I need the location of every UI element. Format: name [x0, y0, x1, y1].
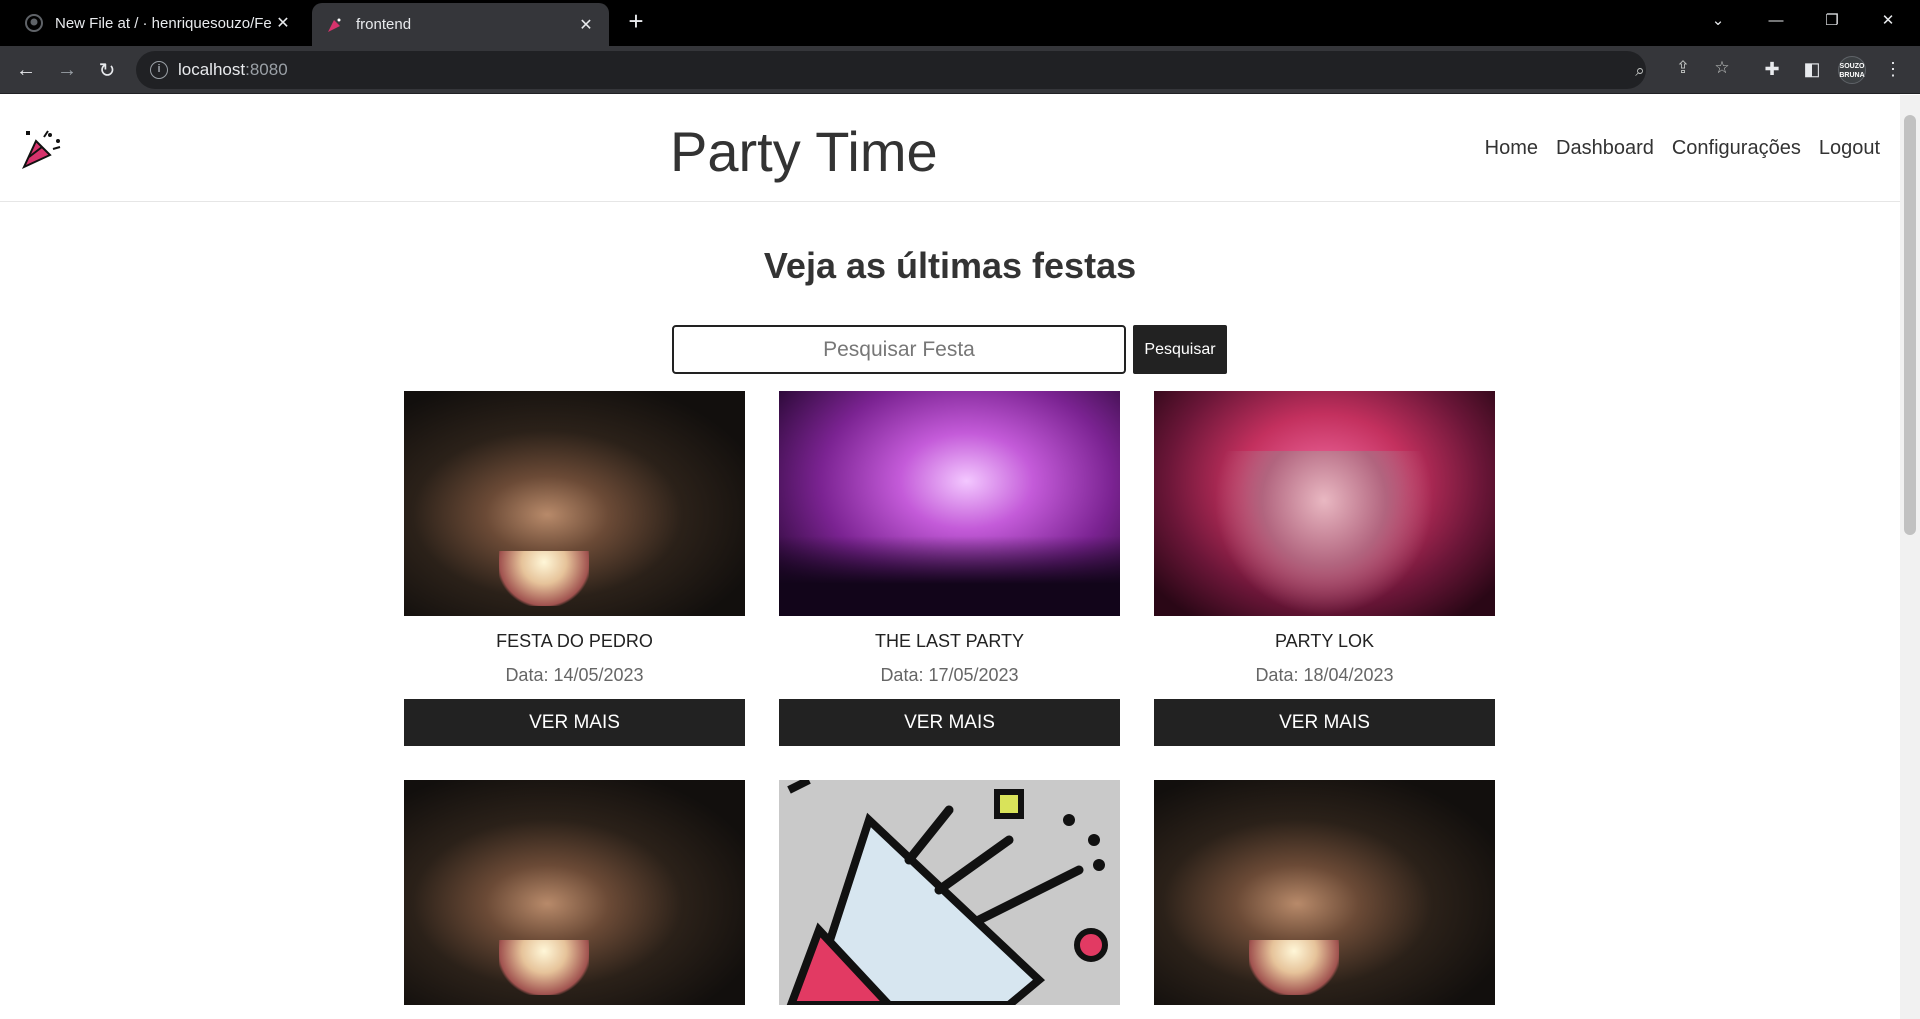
extensions-icon[interactable]: ✚	[1759, 56, 1785, 82]
scrollbar-thumb[interactable]	[1904, 115, 1916, 535]
search-button[interactable]: Pesquisar	[1133, 325, 1227, 374]
party-grid: FESTA DO PEDRO Data: 14/05/2023 VER MAIS…	[404, 391, 1495, 1005]
nav-configuracoes[interactable]: Configurações	[1672, 137, 1801, 160]
new-tab-button[interactable]: +	[622, 7, 650, 35]
party-card	[1154, 780, 1495, 1005]
restore-icon[interactable]: ❐	[1804, 0, 1860, 40]
tab-title: frontend	[356, 16, 412, 33]
search-bar: Pesquisar	[672, 325, 1227, 374]
browser-tab-active[interactable]: frontend ✕	[312, 3, 609, 46]
party-name: THE LAST PARTY	[874, 631, 1025, 651]
back-icon[interactable]: ←	[12, 56, 40, 84]
party-card: PARTY LOK Data: 18/04/2023 VER MAIS	[1154, 391, 1495, 746]
party-name: PARTY LOK	[1274, 631, 1375, 651]
browser-tab[interactable]: New File at / · henriquesouzo/Fe ✕	[11, 3, 306, 43]
see-more-button[interactable]: VER MAIS	[404, 699, 745, 746]
github-icon	[25, 14, 43, 32]
party-image[interactable]	[1154, 391, 1495, 616]
address-bar[interactable]: i localhost:8080 ⌕	[136, 51, 1646, 89]
profile-avatar[interactable]: SOUZO BRUNA	[1838, 56, 1866, 84]
site-navbar: Party Time Home Dashboard Configurações …	[0, 95, 1900, 202]
zoom-icon[interactable]: ⌕	[1629, 60, 1651, 82]
see-more-button[interactable]: VER MAIS	[1154, 699, 1495, 746]
party-card: FESTA DO PEDRO Data: 14/05/2023 VER MAIS	[404, 391, 745, 746]
party-card	[779, 780, 1120, 1005]
party-date: Data: 18/04/2023	[1255, 665, 1394, 685]
close-icon[interactable]: ✕	[577, 15, 595, 35]
nav-logout[interactable]: Logout	[1819, 137, 1880, 160]
close-window-icon[interactable]: ✕	[1860, 0, 1916, 40]
party-image[interactable]	[404, 780, 745, 1005]
nav-home[interactable]: Home	[1485, 137, 1538, 160]
menu-kebab-icon[interactable]: ⋮	[1880, 56, 1906, 82]
party-popper-icon	[326, 16, 344, 34]
party-popper-image[interactable]	[779, 780, 1120, 1005]
party-card: THE LAST PARTY Data: 17/05/2023 VER MAIS	[779, 391, 1120, 746]
bookmark-star-icon[interactable]: ☆	[1711, 57, 1733, 79]
share-icon[interactable]: ⇪	[1672, 57, 1694, 79]
party-image[interactable]	[779, 391, 1120, 616]
nav-dashboard[interactable]: Dashboard	[1556, 137, 1654, 160]
browser-tab-bar: New File at / · henriquesouzo/Fe ✕ front…	[0, 0, 1920, 46]
close-icon[interactable]: ✕	[274, 13, 292, 33]
party-date: Data: 17/05/2023	[880, 665, 1019, 685]
browser-toolbar: ← → ↻ i localhost:8080 ⌕	[0, 46, 1920, 94]
reload-icon[interactable]: ↻	[93, 56, 121, 84]
party-image[interactable]	[1154, 780, 1495, 1005]
tab-title: New File at / · henriquesouzo/Fe	[55, 14, 272, 32]
minimize-icon[interactable]: —	[1748, 0, 1804, 40]
site-title: Party Time	[670, 120, 938, 183]
party-card	[404, 780, 745, 1005]
forward-icon[interactable]: →	[53, 56, 81, 84]
side-panel-icon[interactable]: ◧	[1799, 56, 1825, 82]
party-date: Data: 14/05/2023	[505, 665, 644, 685]
party-name: FESTA DO PEDRO	[496, 631, 653, 651]
party-image[interactable]	[404, 391, 745, 616]
see-more-button[interactable]: VER MAIS	[779, 699, 1120, 746]
search-input[interactable]	[672, 325, 1126, 374]
page-scrollbar[interactable]	[1900, 95, 1920, 1019]
site-info-icon[interactable]: i	[150, 61, 168, 79]
page-content: Party Time Home Dashboard Configurações …	[0, 95, 1900, 1019]
url-text: localhost:8080	[178, 60, 288, 79]
tab-search-icon[interactable]: ⌄	[1690, 0, 1746, 40]
main-nav: Home Dashboard Configurações Logout	[1485, 137, 1880, 160]
party-popper-logo[interactable]	[20, 127, 64, 171]
page-heading: Veja as últimas festas	[763, 245, 1137, 286]
